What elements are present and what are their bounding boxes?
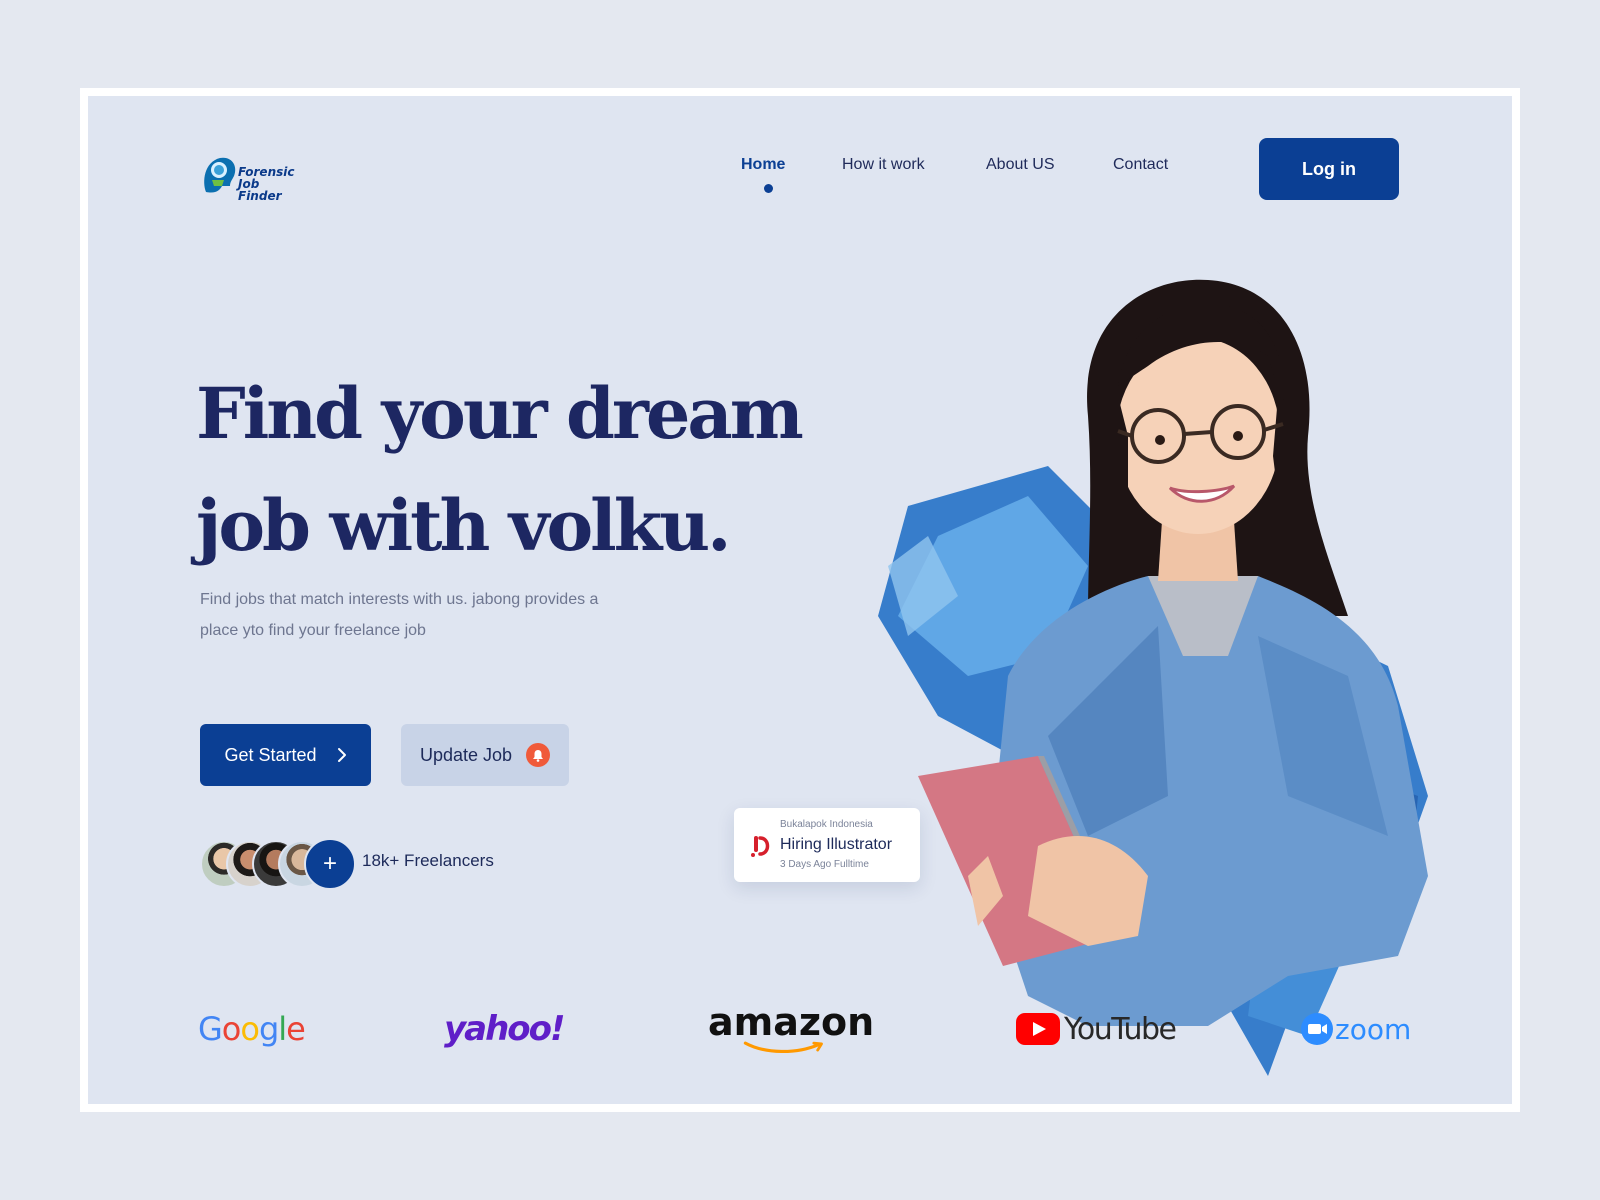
site-logo[interactable]: Forensic Job Finder	[200, 152, 300, 202]
get-started-button[interactable]: Get Started	[200, 724, 371, 786]
youtube-logo: YouTube	[1016, 1004, 1177, 1054]
company-logo-icon	[751, 836, 770, 857]
amazon-smile-icon	[743, 1041, 823, 1053]
hero-illustration	[878, 279, 1428, 1076]
hiring-company: Bukalapok Indonesia	[780, 819, 873, 830]
login-button[interactable]: Log in	[1259, 138, 1399, 200]
add-freelancer-button[interactable]: +	[304, 838, 356, 890]
nav-item-how-it-work[interactable]: How it work	[842, 156, 925, 174]
zoom-logo: zoom	[1301, 1004, 1411, 1054]
hero-subtext: Find jobs that match interests with us. …	[200, 591, 599, 639]
hiring-meta: 3 Days Ago Fulltime	[780, 859, 869, 870]
amazon-wordmark: amazon	[708, 1000, 875, 1044]
hiring-role: Hiring Illustrator	[780, 836, 893, 853]
get-started-label: Get Started	[224, 744, 317, 765]
page-frame: Forensic Job Finder Home How it work Abo…	[80, 88, 1520, 1112]
chevron-right-icon	[337, 748, 346, 762]
bell-icon	[526, 743, 551, 767]
logo-text: Forensic Job Finder	[238, 166, 300, 202]
youtube-play-icon	[1016, 1013, 1060, 1045]
youtube-wordmark: YouTube	[1064, 1011, 1177, 1047]
update-job-label: Update Job	[419, 744, 513, 765]
freelancers-count: 18k+ Freelancers	[362, 851, 494, 870]
zoom-camera-icon	[1301, 1013, 1333, 1045]
yahoo-logo: yahoo!	[444, 1009, 566, 1049]
landing-page: Forensic Job Finder Home How it work Abo…	[88, 96, 1512, 1104]
logo-line-2: Job Finder	[238, 177, 282, 203]
hiring-card[interactable]: Bukalapok Indonesia Hiring Illustrator 3…	[734, 808, 920, 882]
google-logo: Google	[198, 1010, 306, 1048]
amazon-logo: amazon	[708, 1000, 875, 1054]
logo-head-icon	[204, 157, 236, 193]
nav-item-home[interactable]: Home	[741, 156, 785, 174]
nav-item-about-us[interactable]: About US	[986, 156, 1054, 174]
update-job-button[interactable]: Update Job	[401, 724, 569, 786]
freelancer-avatars: +	[200, 838, 360, 890]
nav-active-indicator	[764, 184, 773, 193]
zoom-wordmark: zoom	[1335, 1012, 1412, 1046]
nav-item-contact[interactable]: Contact	[1113, 156, 1168, 174]
